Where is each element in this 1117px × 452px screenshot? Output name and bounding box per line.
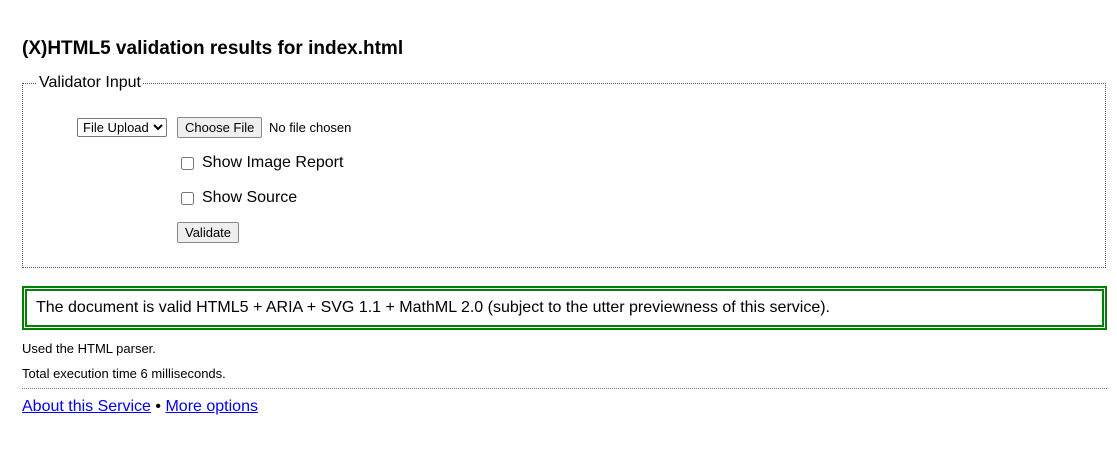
input-mode-select[interactable]: File Upload: [77, 118, 167, 137]
show-image-report-option[interactable]: Show Image Report: [181, 154, 343, 172]
show-image-report-checkbox[interactable]: [181, 156, 194, 170]
page-title: (X)HTML5 validation results for index.ht…: [22, 38, 404, 59]
fieldset-legend: Validator Input: [39, 74, 141, 91]
about-service-link[interactable]: About this Service: [22, 398, 151, 415]
separator: •: [155, 398, 162, 415]
file-status: No file chosen: [269, 120, 352, 135]
choose-file-button[interactable]: Choose File: [177, 117, 263, 138]
parser-info: Used the HTML parser.: [22, 341, 156, 356]
footer-links: About this Service • More options: [22, 398, 258, 416]
valid-result-message: The document is valid HTML5 + ARIA + SVG…: [22, 286, 1107, 330]
show-source-checkbox[interactable]: [181, 191, 194, 205]
show-source-label: Show Source: [202, 189, 298, 206]
show-source-option[interactable]: Show Source: [181, 189, 297, 207]
execution-time: Total execution time 6 milliseconds.: [22, 366, 226, 381]
validate-button[interactable]: Validate: [177, 222, 240, 243]
more-options-link[interactable]: More options: [165, 398, 258, 415]
show-image-report-label: Show Image Report: [202, 154, 344, 171]
divider: [22, 388, 1107, 389]
